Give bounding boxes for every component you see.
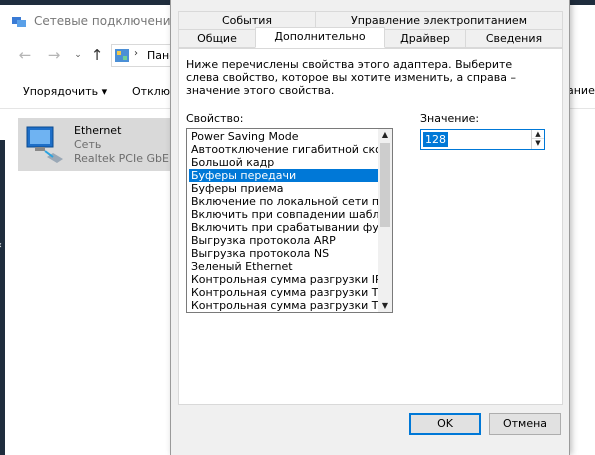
cancel-button[interactable]: Отмена bbox=[489, 413, 561, 435]
recent-chevron-icon[interactable]: ⌄ bbox=[69, 46, 87, 64]
spin-down-arrow-icon[interactable]: ▼ bbox=[532, 139, 544, 148]
list-item[interactable]: Контрольная сумма разгрузки IPv4 bbox=[189, 273, 379, 286]
advanced-tab-panel: Ниже перечислены свойства этого адаптера… bbox=[178, 48, 563, 405]
list-item[interactable]: Включить при срабатывании функци bbox=[189, 221, 379, 234]
up-arrow-icon[interactable]: ↑ bbox=[88, 46, 106, 64]
value-spinner[interactable]: ▲ ▼ bbox=[531, 130, 544, 149]
list-item[interactable]: Power Saving Mode bbox=[189, 130, 379, 143]
spin-up-arrow-icon[interactable]: ▲ bbox=[532, 130, 544, 139]
scroll-down-arrow-icon[interactable]: ▼ bbox=[378, 300, 392, 312]
property-list-scrollbar[interactable]: ▲ ▼ bbox=[378, 129, 392, 312]
network-adapter-icon bbox=[26, 126, 63, 163]
list-item[interactable]: Включение по локальной сети после bbox=[189, 195, 379, 208]
scrollbar-thumb[interactable] bbox=[380, 143, 390, 227]
adapter-name: Ethernet bbox=[74, 124, 122, 137]
back-arrow-icon[interactable]: ← bbox=[16, 46, 34, 64]
edge-glyph: ‹ bbox=[0, 240, 2, 251]
list-item[interactable]: Контрольная сумма разгрузки TCP ( bbox=[189, 286, 379, 299]
value-input[interactable]: 128 bbox=[423, 132, 448, 147]
tab-driver[interactable]: Драйвер bbox=[384, 29, 466, 48]
left-window-edge: ‹ bbox=[0, 140, 5, 455]
list-item-selected[interactable]: Буферы передачи bbox=[189, 169, 379, 182]
ethernet-adapter-item[interactable]: Ethernet Сеть Realtek PCIe GbE Fa bbox=[18, 118, 185, 171]
list-item[interactable]: Зеленый Ethernet bbox=[189, 260, 379, 273]
list-item[interactable]: Включить при совпадении шаблона bbox=[189, 208, 379, 221]
forward-arrow-icon[interactable]: → bbox=[45, 46, 63, 64]
value-spin-field[interactable]: 128 ▲ ▼ bbox=[420, 129, 545, 150]
disable-device-button[interactable]: Отклю bbox=[132, 85, 170, 98]
adapter-status: Сеть bbox=[74, 138, 102, 151]
ok-button[interactable]: OK bbox=[409, 413, 481, 435]
change-settings-button[interactable]: ание п bbox=[567, 84, 595, 97]
organize-button[interactable]: Упорядочить ▾ bbox=[23, 85, 107, 98]
list-item[interactable]: Автоотключение гигабитной скорост bbox=[189, 143, 379, 156]
tab-details[interactable]: Сведения bbox=[465, 29, 563, 48]
list-item[interactable]: Большой кадр bbox=[189, 156, 379, 169]
control-panel-icon bbox=[115, 49, 129, 62]
list-item[interactable]: Контрольная сумма разгрузки TCP ( bbox=[189, 299, 379, 312]
tab-row-bottom: Общие Дополнительно Драйвер Сведения bbox=[178, 27, 563, 48]
property-listbox[interactable]: Power Saving Mode Автоотключение гигабит… bbox=[186, 128, 393, 313]
value-label: Значение: bbox=[420, 112, 480, 125]
tab-general[interactable]: Общие bbox=[178, 29, 256, 48]
tab-advanced[interactable]: Дополнительно bbox=[255, 27, 385, 48]
description-text: Ниже перечислены свойства этого адаптера… bbox=[186, 58, 516, 97]
adapter-device: Realtek PCIe GbE Fa bbox=[74, 152, 185, 165]
scroll-up-arrow-icon[interactable]: ▲ bbox=[378, 129, 392, 141]
address-chevron-icon: › bbox=[134, 48, 138, 59]
property-label: Свойство: bbox=[186, 112, 244, 125]
adapter-properties-dialog: События Управление электропитанием Общие… bbox=[170, 0, 570, 455]
network-connections-icon bbox=[12, 17, 26, 27]
list-item[interactable]: Выгрузка протокола ARP bbox=[189, 234, 379, 247]
window-title: Сетевые подключения bbox=[34, 14, 178, 28]
list-item[interactable]: Буферы приема bbox=[189, 182, 379, 195]
list-item[interactable]: Выгрузка протокола NS bbox=[189, 247, 379, 260]
